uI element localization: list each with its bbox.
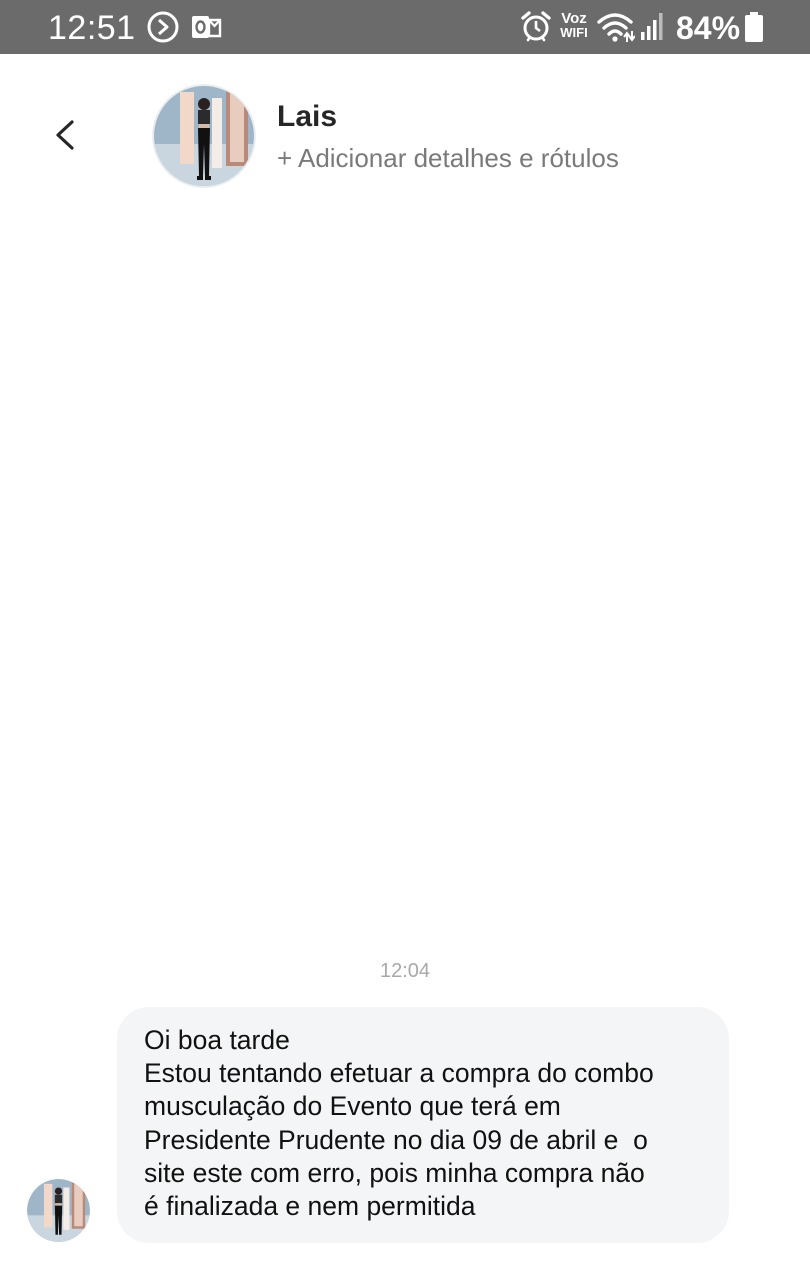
voz-label: Voz [561, 10, 587, 27]
message-timestamp: 12:04 [379, 960, 431, 982]
status-time: 12:51 [48, 9, 136, 47]
instagram-direct-chat-screen: 12:51 Voz WIFI 84% Lais + Adicionar deta… [0, 0, 810, 1280]
wifi-label: WIFI [560, 25, 588, 40]
outlook-icon [192, 16, 222, 38]
sender-avatar[interactable] [27, 1179, 90, 1242]
contact-name[interactable]: Lais [277, 98, 337, 136]
contact-avatar[interactable] [152, 84, 256, 188]
profile-photo-icon [27, 1179, 90, 1242]
add-details-link[interactable]: + Adicionar detalhes e rótulos [277, 141, 619, 175]
signal-icon [641, 13, 663, 40]
battery-icon [745, 12, 763, 42]
sync-icon [147, 11, 179, 43]
status-bar: 12:51 Voz WIFI 84% [0, 0, 810, 54]
message-line: Oi boa tarde [144, 1025, 290, 1055]
message-bubble[interactable]: Oi boa tarde Estou tentando efetuar a co… [117, 1007, 729, 1243]
wifi-icon [597, 13, 635, 42]
profile-photo-icon [152, 84, 256, 188]
message-line: Estou tentando efetuar a compra do combo [144, 1058, 654, 1089]
message-line: Presidente Prudente no dia 09 de abril e… [144, 1124, 648, 1155]
message-line: é finalizada e nem permitida [144, 1191, 476, 1222]
alarm-icon [521, 11, 551, 42]
message-line: site este com erro, pois minha compra nã… [144, 1157, 645, 1188]
chat-header: Lais + Adicionar detalhes e rótulos [0, 54, 810, 204]
chevron-left-icon [56, 120, 74, 150]
message-line: musculação do Evento que terá em [144, 1091, 561, 1122]
voz-wifi-label: Voz WIFI [557, 10, 591, 40]
back-button[interactable] [40, 110, 90, 160]
battery-percentage: 84% [676, 10, 741, 46]
